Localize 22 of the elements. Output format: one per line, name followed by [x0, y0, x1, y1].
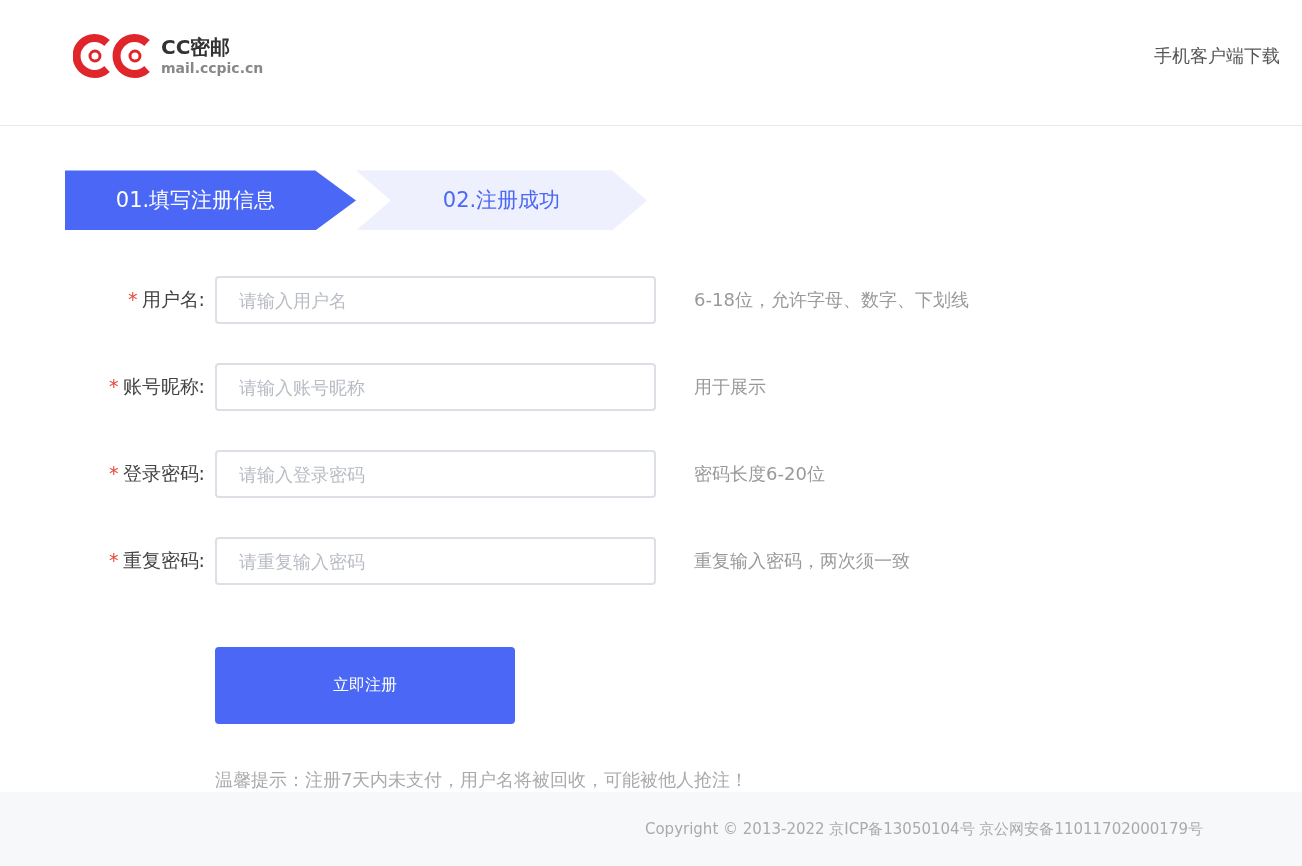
field-hint: 密码长度6-20位 — [694, 462, 825, 487]
field-hint: 6-18位，允许字母、数字、下划线 — [694, 288, 969, 313]
input-field[interactable]: 请输入账号昵称 — [215, 363, 656, 412]
field-label: * 账号昵称: — [108, 374, 206, 400]
field-hint: 用于展示 — [694, 375, 766, 400]
input-field[interactable]: 请重复输入密码 — [215, 537, 656, 586]
input-field[interactable]: 请输入登录密码 — [215, 450, 656, 499]
field-hint: 重复输入密码，两次须一致 — [694, 549, 910, 574]
logo-subtitle: mail.ccpic.cn — [161, 60, 264, 75]
logo-title: CC密邮 — [161, 36, 232, 57]
field-label: * 重复密码: — [108, 548, 206, 574]
register-button[interactable]: 立即注册 — [215, 647, 515, 725]
field-label: * 用户名: — [127, 287, 206, 313]
field-label: * 登录密码: — [108, 461, 206, 487]
notice-text: 温馨提示：注册7天内未支付，用户名将被回收，可能被他人抢注！ — [215, 768, 750, 793]
input-field[interactable]: 请输入用户名 — [215, 276, 656, 325]
download-link[interactable]: 手机客户端下载 — [1154, 43, 1280, 68]
copyright-text: Copyright © 2013-2022 京ICP备13050104号 京公网安备11011702000179号 — [644, 819, 1203, 839]
required-mark: * — [109, 549, 119, 572]
required-mark: * — [109, 462, 119, 485]
required-mark: * — [128, 288, 138, 311]
required-mark: * — [109, 375, 119, 398]
